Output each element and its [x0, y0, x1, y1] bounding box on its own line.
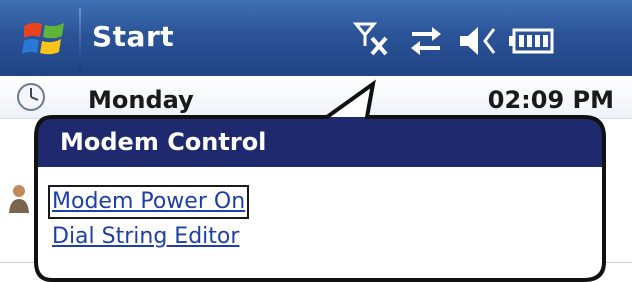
- bubble-title: Modem Control: [60, 128, 267, 156]
- modem-power-on-link[interactable]: Modem Power On: [47, 185, 250, 219]
- dial-string-editor-link[interactable]: Dial String Editor: [52, 222, 239, 252]
